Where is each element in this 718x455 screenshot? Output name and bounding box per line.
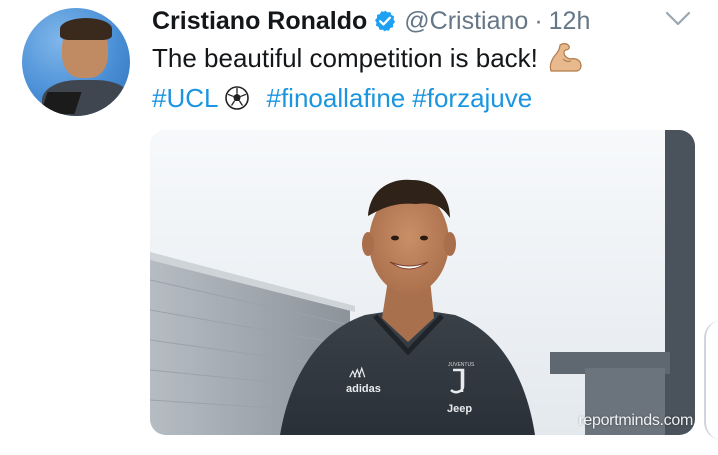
tweet-text-content: The beautiful competition is back! — [152, 43, 538, 73]
photo-shirt-brand: adidas — [346, 383, 381, 395]
photo-shirt-sponsor: Jeep — [447, 403, 472, 415]
tweet-timestamp[interactable]: 12h — [549, 7, 591, 36]
tweet-header: Cristiano Ronaldo @Cristiano · 12h — [152, 4, 590, 38]
separator-dot: · — [534, 6, 543, 35]
flexed-biceps-icon — [547, 41, 583, 75]
soccer-ball-icon — [224, 85, 250, 111]
profile-avatar[interactable] — [22, 8, 130, 116]
tweet[interactable]: Cristiano Ronaldo @Cristiano · 12h The b… — [0, 0, 718, 455]
hashtag-ucl[interactable]: #UCL — [152, 81, 218, 115]
hashtag-line: #UCL #finoallafine #forzajuve — [152, 81, 532, 115]
chevron-down-icon[interactable] — [664, 8, 692, 30]
avatar-hair — [60, 18, 112, 40]
photo-post — [665, 130, 695, 435]
tweet-photo[interactable]: adidas JUVENTUS Jeep reportminds.com — [150, 130, 695, 435]
tweet-text: The beautiful competition is back! — [152, 41, 583, 75]
hashtag-forzajuve[interactable]: #forzajuve — [412, 81, 532, 115]
photo-watermark: reportminds.com — [578, 412, 693, 429]
photo-shirt-text: JUVENTUS — [448, 362, 475, 368]
adjacent-card-edge — [704, 320, 718, 440]
verified-badge-icon — [373, 9, 397, 33]
user-handle[interactable]: @Cristiano — [404, 7, 528, 36]
hashtag-finoallafine[interactable]: #finoallafine — [266, 81, 405, 115]
avatar-collar — [40, 92, 82, 114]
display-name[interactable]: Cristiano Ronaldo — [152, 7, 367, 36]
